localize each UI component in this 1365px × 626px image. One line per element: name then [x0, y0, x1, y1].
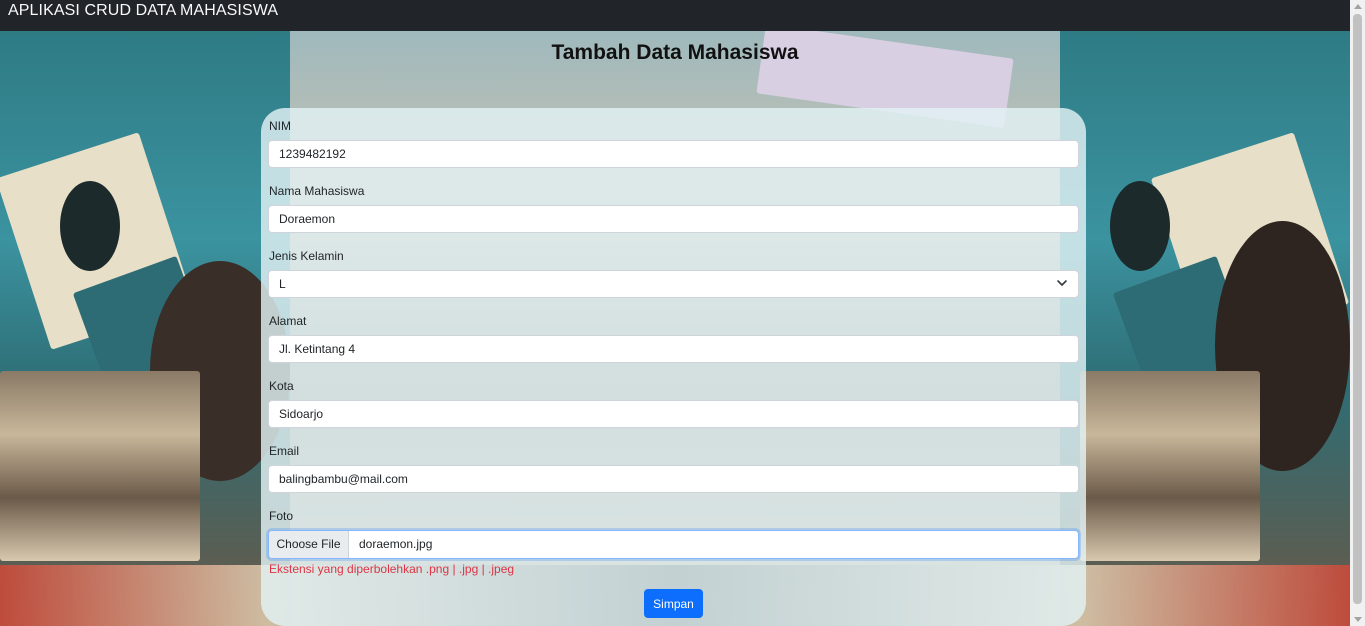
save-button[interactable]: Simpan: [644, 589, 703, 618]
email-field[interactable]: balingbambu@mail.com: [268, 465, 1079, 493]
navbar-brand[interactable]: APLIKASI CRUD DATA MAHASISWA: [8, 2, 278, 20]
jenis-kelamin-select[interactable]: L: [268, 270, 1079, 298]
vertical-scrollbar[interactable]: [1350, 0, 1365, 626]
alamat-label: Alamat: [269, 314, 307, 328]
page-title: Tambah Data Mahasiswa: [551, 41, 799, 64]
nim-label: NIM: [269, 119, 291, 133]
background-book-stack: [1080, 371, 1260, 561]
jenis-kelamin-label: Jenis Kelamin: [269, 249, 344, 263]
alamat-field[interactable]: Jl. Ketintang 4: [268, 335, 1079, 363]
kota-label: Kota: [269, 379, 294, 393]
file-name: doraemon.jpg: [359, 537, 433, 551]
email-label: Email: [269, 444, 300, 458]
kota-field[interactable]: Sidoarjo: [268, 400, 1079, 428]
nama-field[interactable]: Doraemon: [268, 205, 1079, 233]
nim-field[interactable]: 1239482192: [268, 140, 1079, 168]
navbar: APLIKASI CRUD DATA MAHASISWA: [0, 0, 1350, 31]
scroll-thumb[interactable]: [1353, 14, 1362, 604]
chevron-down-icon: [1057, 280, 1067, 286]
nama-label: Nama Mahasiswa: [269, 184, 365, 198]
background-figure: [1110, 181, 1170, 271]
scroll-down-icon[interactable]: [1354, 617, 1362, 622]
foto-file-input[interactable]: Choose File doraemon.jpg: [268, 530, 1079, 559]
scroll-up-icon[interactable]: [1354, 4, 1362, 9]
foto-label: Foto: [269, 509, 294, 523]
background-figure: [60, 181, 120, 271]
background-book-stack: [0, 371, 200, 561]
jenis-kelamin-value: L: [279, 277, 286, 291]
file-extension-hint: Ekstensi yang diperbolehkan .png | .jpg …: [269, 562, 515, 576]
choose-file-button[interactable]: Choose File: [269, 531, 349, 558]
